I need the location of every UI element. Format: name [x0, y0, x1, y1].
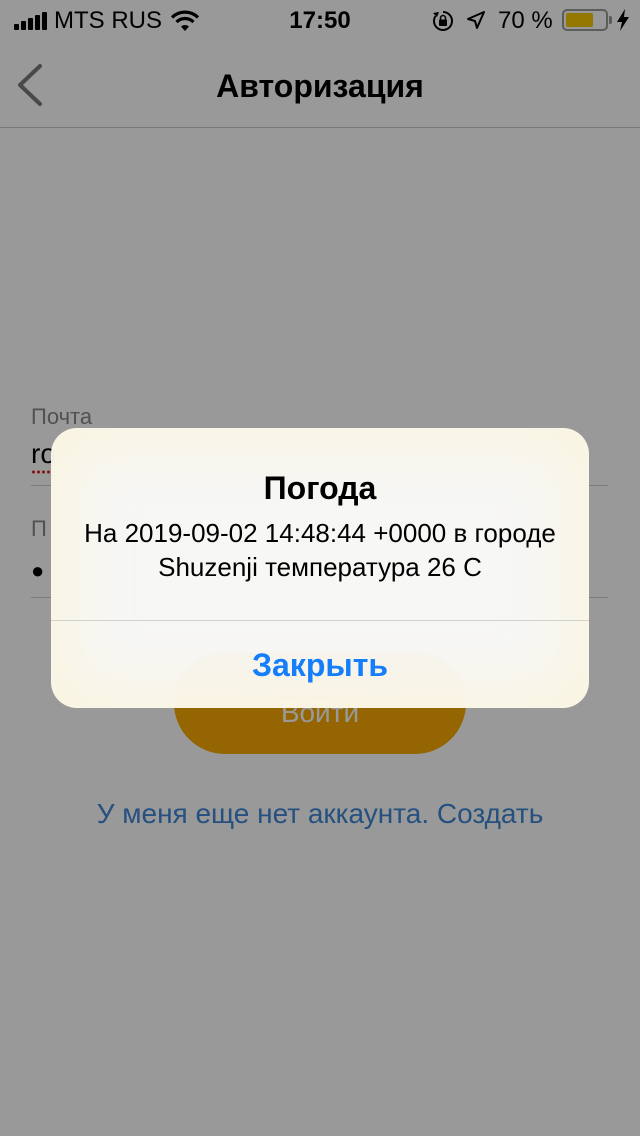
alert-title: Погода — [263, 470, 377, 506]
alert-message: На 2019-09-02 14:48:44 +0000 в городе Sh… — [84, 518, 556, 582]
alert-dialog: Погода На 2019-09-02 14:48:44 +0000 в го… — [51, 428, 589, 708]
close-button[interactable]: Закрыть — [51, 621, 589, 708]
screen: MTS RUS 17:50 70 % Авторизация Почта ro … — [0, 0, 640, 1136]
